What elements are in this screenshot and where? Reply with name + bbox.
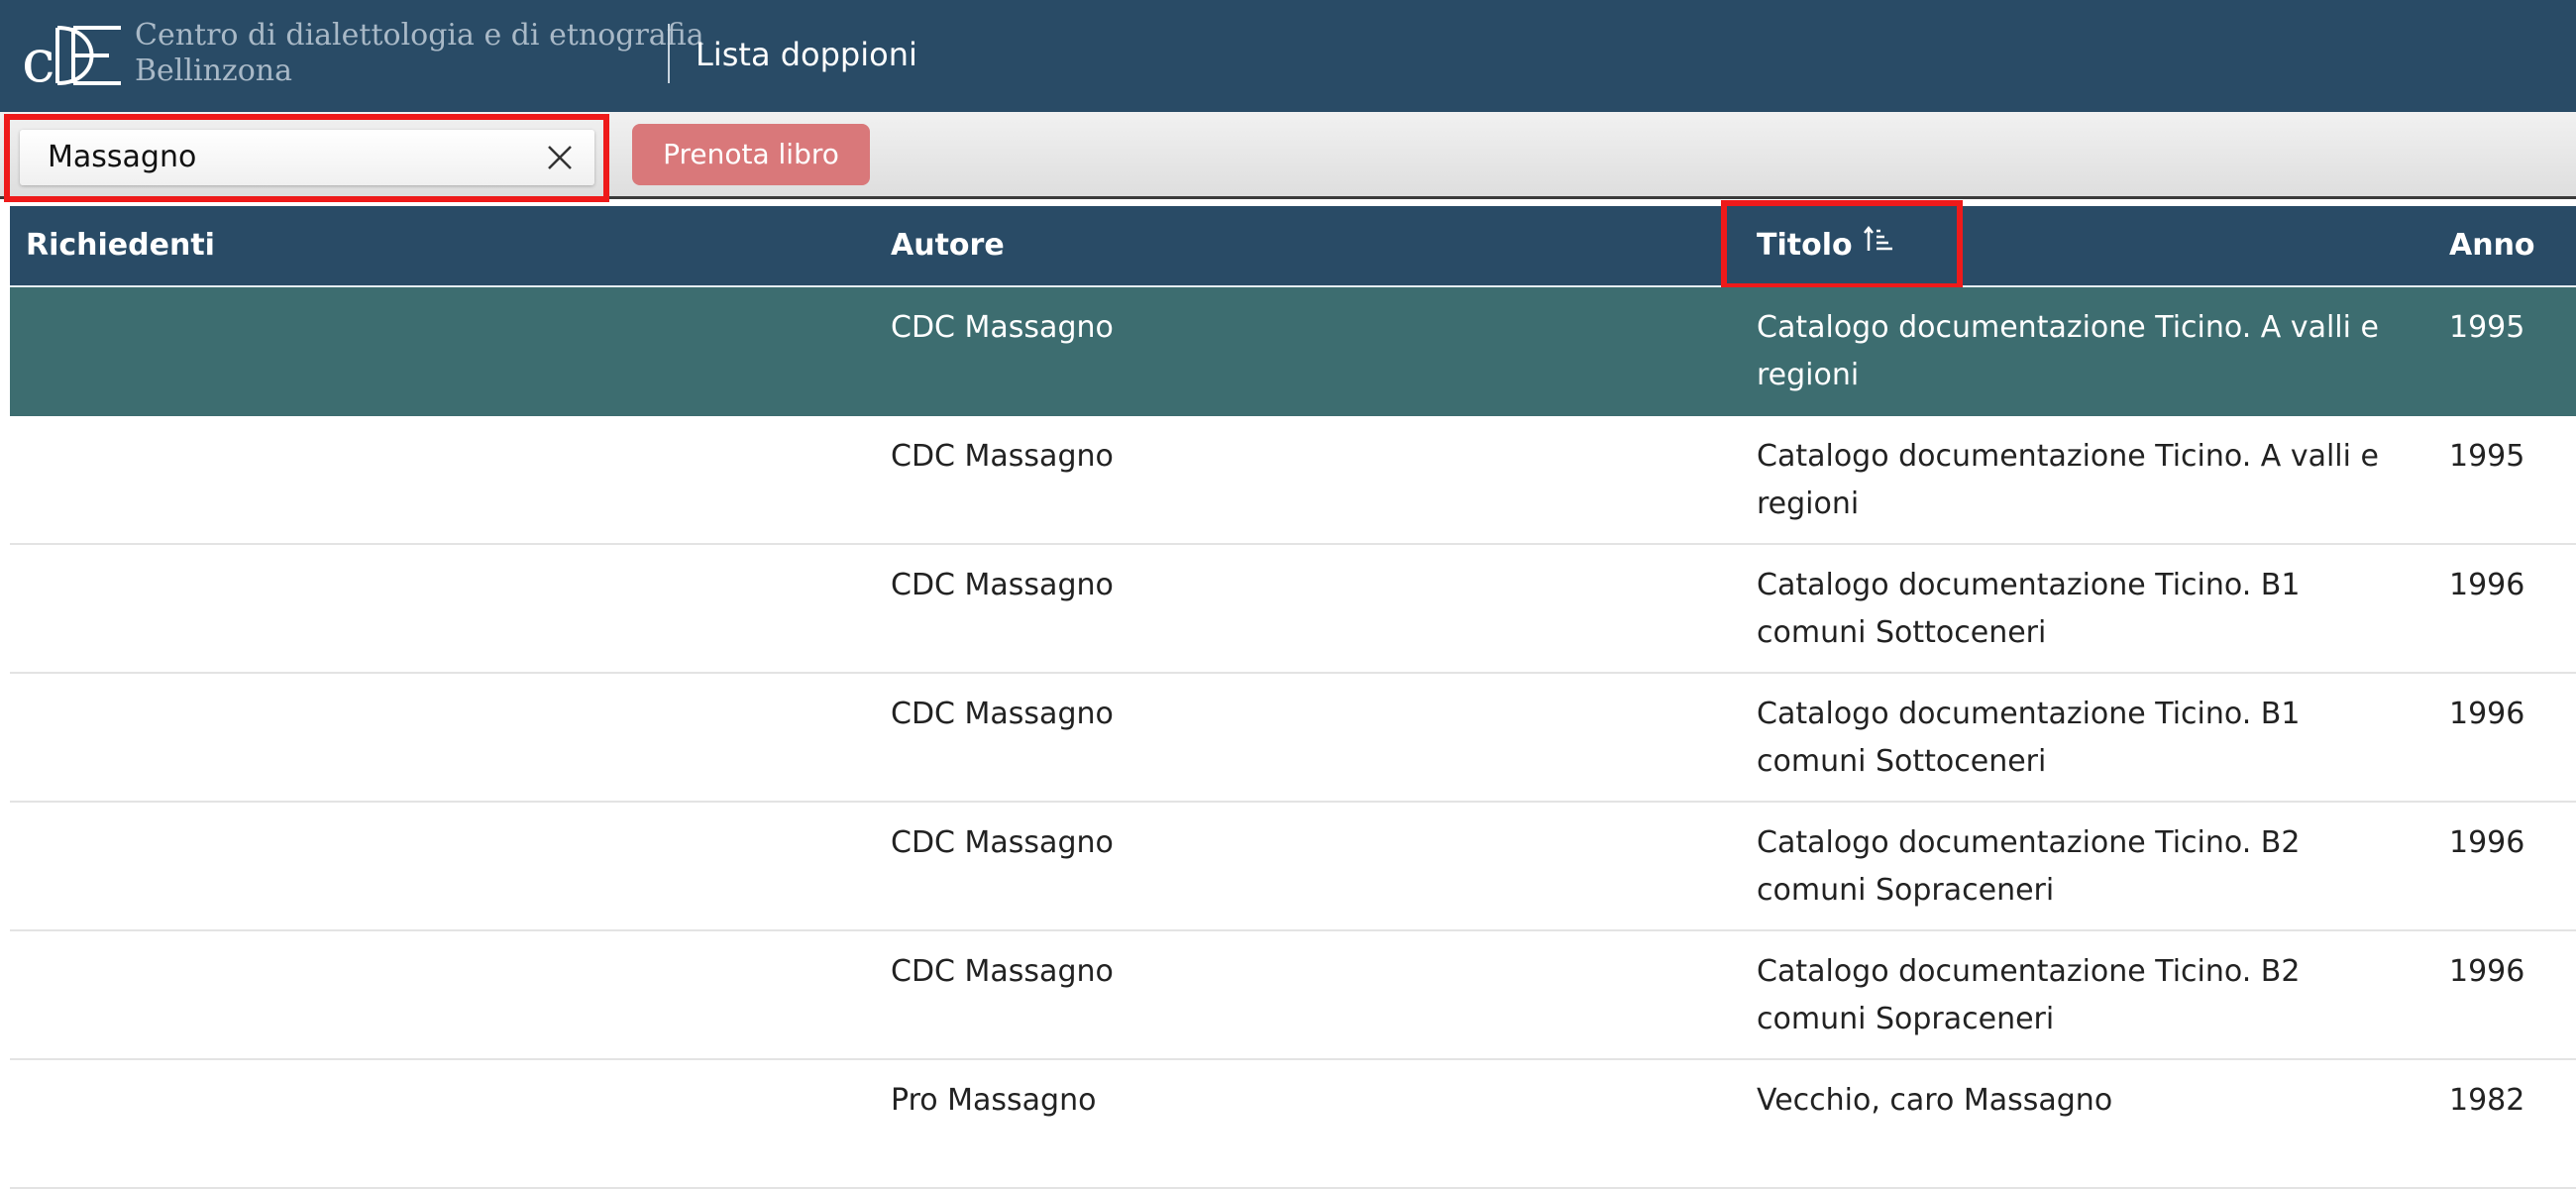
table-row[interactable]: CDC Massagno Catalogo documentazione Tic… [10, 416, 2576, 545]
cell-titolo: Catalogo documentazione Ticino. A valli … [1757, 439, 2379, 521]
cell-autore: CDC Massagno [891, 568, 1114, 602]
search-highlight-frame: Massagno [4, 114, 609, 202]
table-row[interactable]: CDC Massagno Catalogo documentazione Tic… [10, 931, 2576, 1060]
search-input[interactable]: Massagno [20, 130, 594, 185]
column-header-titolo[interactable]: Titolo [1757, 206, 1894, 285]
cell-titolo: Catalogo documentazione Ticino. B2 comun… [1757, 825, 2301, 908]
cell-titolo: Catalogo documentazione Ticino. B1 comun… [1757, 568, 2301, 650]
column-header-anno[interactable]: Anno [2449, 206, 2535, 285]
sort-ascending-icon[interactable] [1863, 204, 1894, 283]
search-input-value[interactable]: Massagno [48, 140, 196, 175]
header-divider [668, 24, 670, 83]
cell-titolo: Vecchio, caro Massagno [1757, 1083, 2113, 1118]
cell-titolo: Catalogo documentazione Ticino. B2 comun… [1757, 954, 2301, 1036]
close-x-icon[interactable] [545, 143, 575, 172]
cell-autore: CDC Massagno [891, 310, 1114, 345]
table-row[interactable]: CDC Massagno Catalogo documentazione Tic… [10, 803, 2576, 931]
table-header: Richiedenti Autore Titolo Anno [10, 200, 2576, 289]
cell-autore: CDC Massagno [891, 954, 1114, 989]
cell-anno: 1996 [2449, 568, 2525, 602]
cell-anno: 1996 [2449, 825, 2525, 860]
org-name-line1: Centro di dialettologia e di etnografia [135, 18, 704, 53]
cell-titolo: Catalogo documentazione Ticino. A valli … [1757, 310, 2379, 392]
org-name-line2: Bellinzona [135, 54, 292, 88]
cell-anno: 1995 [2449, 439, 2525, 474]
prenota-libro-button[interactable]: Prenota libro [632, 124, 870, 185]
cell-autore: CDC Massagno [891, 439, 1114, 474]
page-title: Lista doppioni [696, 36, 917, 73]
svg-text:c: c [22, 27, 55, 91]
organization-name: Centro di dialettologia e di etnografia … [135, 18, 704, 89]
app-header: c Centro di dialettologia e di etnografi… [0, 0, 2576, 112]
cell-autore: CDC Massagno [891, 825, 1114, 860]
column-header-autore[interactable]: Autore [891, 206, 1005, 285]
column-header-richiedenti[interactable]: Richiedenti [26, 206, 215, 285]
cde-logo: c [22, 22, 125, 91]
cell-anno: 1996 [2449, 954, 2525, 989]
column-header-titolo-label: Titolo [1757, 228, 1853, 263]
cell-anno: 1995 [2449, 310, 2525, 345]
table-row[interactable]: CDC Massagno Catalogo documentazione Tic… [10, 287, 2576, 416]
cell-autore: Pro Massagno [891, 1083, 1097, 1118]
cell-anno: 1996 [2449, 697, 2525, 731]
cell-titolo: Catalogo documentazione Ticino. B1 comun… [1757, 697, 2301, 779]
duplicates-table: Richiedenti Autore Titolo Anno CDC Massa… [10, 200, 2576, 1189]
table-row[interactable]: CDC Massagno Catalogo documentazione Tic… [10, 545, 2576, 674]
cell-anno: 1982 [2449, 1083, 2525, 1118]
cell-autore: CDC Massagno [891, 697, 1114, 731]
toolbar: Massagno Prenota libro [0, 112, 2576, 202]
table-row[interactable]: Pro Massagno Vecchio, caro Massagno 1982 [10, 1060, 2576, 1189]
table-row[interactable]: CDC Massagno Catalogo documentazione Tic… [10, 674, 2576, 803]
